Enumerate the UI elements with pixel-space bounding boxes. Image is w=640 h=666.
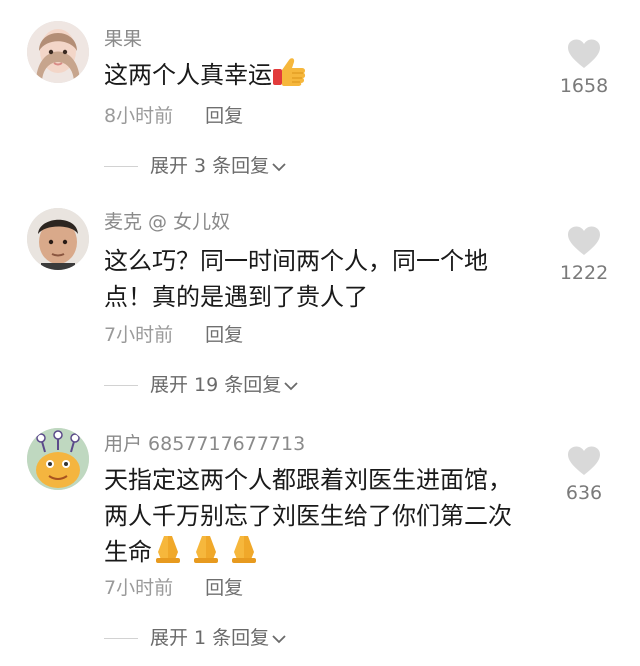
chevron-down-icon (283, 376, 299, 395)
comment-item: 麦克 @ 女儿奴 这么巧？同一时间两个人，同一个地 点！真的是遇到了贵人了 7小… (0, 208, 640, 428)
comment-username[interactable]: 麦克 @ 女儿奴 (104, 213, 230, 232)
divider (104, 166, 138, 167)
comment-text: 这两个人真幸运 (104, 57, 534, 97)
heart-icon (544, 446, 624, 480)
expand-replies[interactable]: 展开 19 条回复 (104, 376, 299, 395)
reply-button[interactable]: 回复 (205, 577, 243, 599)
like-count: 1222 (559, 262, 609, 284)
like-count: 636 (565, 482, 603, 504)
divider (104, 385, 138, 386)
avatar[interactable] (27, 428, 89, 490)
chevron-down-icon (271, 157, 287, 176)
thumbs-up-icon (272, 57, 306, 97)
expand-replies-label: 展开 3 条回复 (150, 155, 270, 177)
reply-button[interactable]: 回复 (205, 324, 243, 346)
heart-icon (544, 226, 624, 260)
comment-time: 7小时前 (104, 324, 174, 346)
expand-replies[interactable]: 展开 3 条回复 (104, 157, 287, 176)
expand-replies-label: 展开 19 条回复 (150, 374, 282, 396)
comment-username[interactable]: 果果 (104, 30, 142, 49)
like-button[interactable]: 636 (544, 446, 624, 508)
comment-time: 8小时前 (104, 105, 174, 127)
comment-text-line: 两人千万别忘了刘医生给了你们第二次 (104, 502, 512, 530)
avatar[interactable] (27, 21, 89, 83)
comment-text-line: 点！真的是遇到了贵人了 (104, 283, 368, 311)
comment-text-fragment: 生命 (104, 538, 152, 566)
comment-meta: 8小时前 回复 (104, 107, 243, 126)
comment-text-line: 这两个人真幸运 (104, 61, 272, 89)
heart-icon (544, 39, 624, 73)
like-button[interactable]: 1222 (544, 226, 624, 288)
comment-text-line: 天指定这两个人都跟着刘医生进面馆， (104, 466, 512, 494)
avatar[interactable] (27, 208, 89, 270)
divider (104, 638, 138, 639)
comment-meta: 7小时前 回复 (104, 326, 243, 345)
expand-replies-label: 展开 1 条回复 (150, 627, 270, 649)
expand-replies[interactable]: 展开 1 条回复 (104, 629, 287, 648)
comment-text: 天指定这两个人都跟着刘医生进面馆， 两人千万别忘了刘医生给了你们第二次 生命 (104, 462, 534, 574)
comment-time: 7小时前 (104, 577, 174, 599)
comment-text-line: 这么巧？同一时间两个人，同一个地 (104, 247, 488, 275)
comment-item: 用户 6857717677713 天指定这两个人都跟着刘医生进面馆， 两人千万别… (0, 428, 640, 648)
comment-username[interactable]: 用户 6857717677713 (104, 435, 305, 454)
comment-text: 这么巧？同一时间两个人，同一个地 点！真的是遇到了贵人了 (104, 243, 534, 315)
folded-hands-icon (152, 534, 260, 574)
like-button[interactable]: 1658 (544, 39, 624, 101)
like-count: 1658 (559, 75, 609, 97)
comment-meta: 7小时前 回复 (104, 579, 243, 598)
reply-button[interactable]: 回复 (205, 105, 243, 127)
chevron-down-icon (271, 629, 287, 648)
comment-text-line: 生命 (104, 534, 534, 574)
